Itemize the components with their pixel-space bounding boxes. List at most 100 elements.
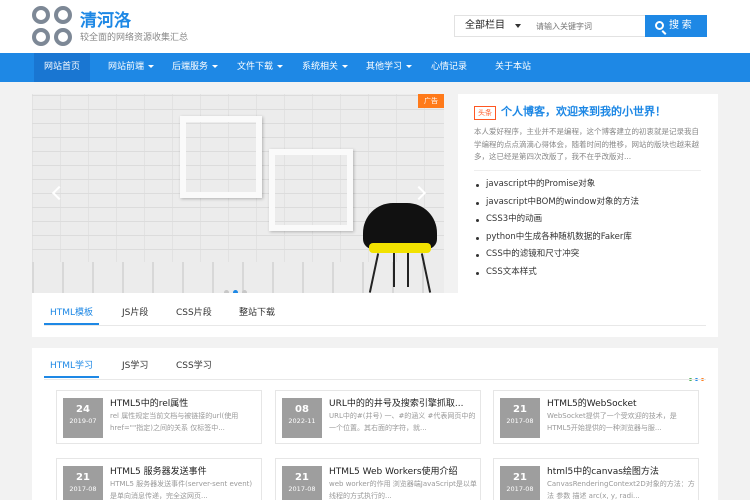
nav-item-label: 网站前端 — [108, 62, 145, 72]
nav-item-0[interactable]: 网站首页 — [34, 53, 91, 82]
site-header: 清河洛 较全面的网络资源收集汇总 全部栏目 搜 索 — [0, 0, 750, 53]
nav-item-label: 心情记录 — [431, 62, 468, 72]
tab-html-template[interactable]: HTML模板 — [44, 305, 100, 325]
headline-panel: 头条 个人博客，欢迎来到我的小世界！ 本人爱好程序，主业并不是编程，这个博客建立… — [458, 94, 718, 293]
date-day: 24 — [76, 404, 90, 415]
search-icon — [655, 21, 664, 30]
site-subtitle: 较全面的网络资源收集汇总 — [80, 33, 189, 43]
article-card[interactable]: 21 2017-08 HTML5 服务器发送事件 HTML5 服务器发送事件(serv… — [56, 458, 262, 500]
headline-link[interactable]: CSS文本样式 — [474, 264, 639, 282]
headline-link[interactable]: javascript中的Promise对象 — [474, 176, 639, 194]
search-category-label: 全部栏目 — [465, 20, 505, 31]
chevron-down-icon — [212, 65, 219, 68]
nav-item-label: 网站首页 — [44, 62, 81, 72]
nav-item-1[interactable]: 网站前端 — [98, 53, 164, 82]
ad-badge: 广告 — [418, 94, 444, 108]
date-year-month: 2017-08 — [288, 485, 316, 493]
date-badge: 24 2019-07 — [63, 398, 103, 438]
tab-html-learning[interactable]: HTML学习 — [44, 358, 100, 378]
slider-dots — [224, 280, 251, 293]
nav-item-label: 系统相关 — [302, 62, 339, 72]
date-day: 21 — [295, 472, 309, 483]
divider — [44, 325, 706, 326]
article-card[interactable]: 08 2022-11 URL中的的井号及搜索引擎抓取... URL中的#(井号) 一、… — [275, 390, 481, 444]
headline-tag: 头条 — [474, 106, 496, 120]
nav-item-5[interactable]: 其他学习 — [356, 53, 422, 82]
search-category-select[interactable]: 全部栏目 — [455, 16, 529, 36]
chevron-down-icon — [406, 65, 413, 68]
article-card[interactable]: 24 2019-07 HTML5中的rel属性 rel 属性规定当前文档与被链接的ur… — [56, 390, 262, 444]
article-title[interactable]: HTML5中的rel属性 — [110, 396, 188, 409]
headline-link[interactable]: CSS3中的动画 — [474, 211, 639, 229]
nav-item-4[interactable]: 系统相关 — [292, 53, 358, 82]
headline-list: javascript中的Promise对象 javascript中BOM的win… — [474, 176, 639, 281]
main-nav: 网站首页 网站前端 后端服务 文件下载 系统相关 其他学习 心情记录 关于本站 — [0, 53, 750, 82]
date-badge: 21 2017-08 — [500, 466, 540, 500]
image-slider[interactable]: 广告 — [32, 94, 444, 293]
logo-icon[interactable] — [32, 6, 74, 48]
chevron-down-icon — [515, 24, 521, 28]
tab-js-snippet[interactable]: JS片段 — [122, 305, 148, 325]
article-title[interactable]: html5中的canvas绘图方法 — [547, 464, 659, 477]
headline-link[interactable]: CSS中的滤镜和尺寸冲突 — [474, 246, 639, 264]
divider — [44, 379, 706, 380]
headline-desc: 本人爱好程序，主业并不是编程，这个博客建立的初衷就是记录我自学编程的点点滴滴心得… — [474, 127, 699, 161]
date-day: 21 — [513, 472, 527, 483]
search-button[interactable]: 搜 索 — [645, 15, 707, 37]
date-badge: 21 2017-08 — [500, 398, 540, 438]
date-year-month: 2017-08 — [506, 485, 534, 493]
article-card[interactable]: 21 2017-08 html5中的canvas绘图方法 CanvasRenderin… — [493, 458, 699, 500]
nav-item-label: 文件下载 — [237, 62, 274, 72]
picture-frame-decoration — [269, 149, 353, 231]
nav-item-label: 其他学习 — [366, 62, 403, 72]
nav-item-3[interactable]: 文件下载 — [227, 53, 293, 82]
nav-item-label: 后端服务 — [172, 62, 209, 72]
article-desc: web worker的作用 浏览器端JavaScript是以单线程的方式执行的.… — [329, 480, 477, 500]
article-desc: WebSocket提供了一个受欢迎的技术，是HTML5开始提供的一种浏览器与服.… — [547, 412, 677, 432]
tab-css-snippet[interactable]: CSS片段 — [176, 305, 212, 325]
article-title[interactable]: URL中的的井号及搜索引擎抓取... — [329, 396, 463, 409]
nav-item-2[interactable]: 后端服务 — [162, 53, 228, 82]
headline-link[interactable]: javascript中BOM的window对象的方法 — [474, 194, 639, 212]
chair-illustration — [363, 203, 437, 293]
article-desc: CanvasRenderingContext2D对象的方法：方法 参数 描述 a… — [547, 480, 695, 500]
divider — [474, 170, 701, 171]
article-card[interactable]: 21 2017-08 HTML5 Web Workers使用介绍 web worker… — [275, 458, 481, 500]
date-badge: 21 2017-08 — [63, 466, 103, 500]
article-title[interactable]: HTML5的WebSocket — [547, 396, 637, 409]
article-title[interactable]: HTML5 Web Workers使用介绍 — [329, 464, 458, 477]
nav-item-6[interactable]: 心情记录 — [421, 53, 477, 82]
date-badge: 08 2022-11 — [282, 398, 322, 438]
chevron-down-icon — [148, 65, 155, 68]
date-badge: 21 2017-08 — [282, 466, 322, 500]
tab-css-learning[interactable]: CSS学习 — [176, 358, 212, 378]
learning-section: HTML学习 JS学习 CSS学习 24 2019-07 HTML5中的rel属性 r… — [32, 348, 718, 500]
date-day: 21 — [513, 404, 527, 415]
tab-js-learning[interactable]: JS学习 — [122, 358, 148, 378]
article-desc: rel 属性规定当前文档与被链接的url(使用href=""指定)之间的关系 仅… — [110, 412, 239, 432]
date-year-month: 2017-08 — [506, 417, 534, 425]
search-button-label: 搜 索 — [669, 20, 692, 31]
headline-link[interactable]: python中生成各种随机数据的Faker库 — [474, 229, 639, 247]
nav-item-7[interactable]: 关于本站 — [485, 53, 541, 82]
date-year-month: 2019-07 — [69, 417, 97, 425]
picture-frame-decoration — [180, 116, 262, 198]
download-tabs: HTML模板 JS片段 CSS片段 整站下载 — [32, 293, 718, 337]
search-input[interactable] — [531, 16, 641, 36]
headline-title[interactable]: 个人博客，欢迎来到我的小世界！ — [501, 103, 666, 119]
date-year-month: 2017-08 — [69, 485, 97, 493]
article-desc: HTML5 服务器发送事件(server-sent event)是单向消息传递，… — [110, 480, 253, 500]
chevron-down-icon — [342, 65, 349, 68]
tab-site-download[interactable]: 整站下载 — [239, 305, 275, 325]
article-desc: URL中的#(井号) 一、#的涵义 #代表网页中的一个位置。其右面的字符，就..… — [329, 412, 476, 432]
section-dots-icon — [689, 366, 707, 385]
date-year-month: 2022-11 — [288, 417, 316, 425]
chevron-down-icon — [277, 65, 284, 68]
site-title[interactable]: 清河洛 — [80, 6, 131, 31]
date-day: 08 — [295, 404, 309, 415]
article-title[interactable]: HTML5 服务器发送事件 — [110, 464, 207, 477]
article-card[interactable]: 21 2017-08 HTML5的WebSocket WebSocket提供了一个受欢… — [493, 390, 699, 444]
search-bar: 全部栏目 搜 索 — [454, 15, 707, 37]
nav-item-label: 关于本站 — [495, 62, 532, 72]
date-day: 21 — [76, 472, 90, 483]
